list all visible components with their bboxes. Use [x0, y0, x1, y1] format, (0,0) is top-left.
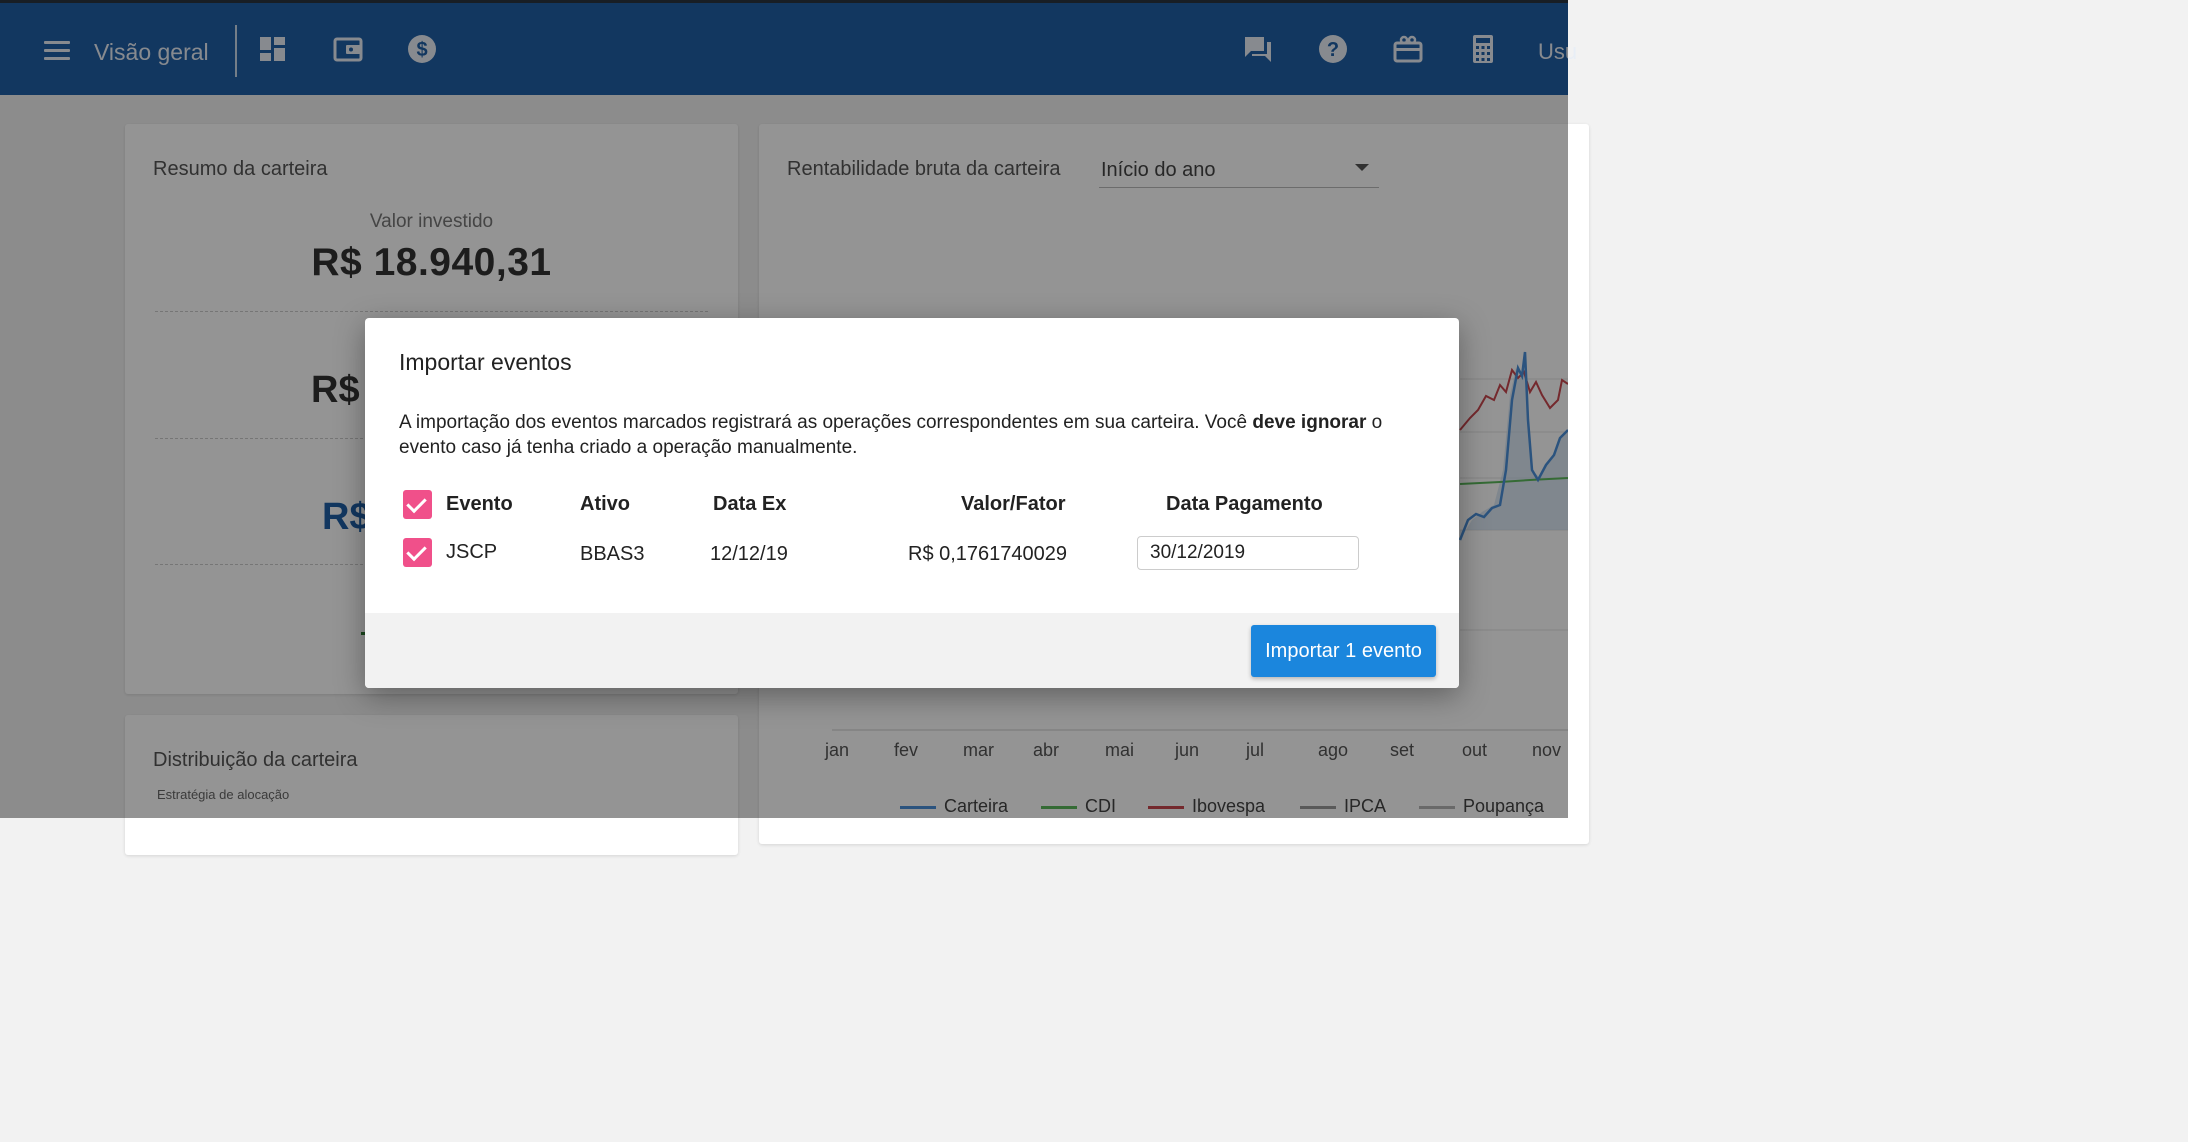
column-header-data-pagamento: Data Pagamento: [1166, 493, 1323, 515]
dialog-title: Importar eventos: [399, 349, 572, 375]
dialog-description: A importação dos eventos marcados regist…: [399, 412, 1383, 458]
column-header-evento: Evento: [446, 493, 513, 515]
cell-valor-fator: R$ 0,1761740029: [908, 543, 1068, 565]
column-header-ativo: Ativo: [580, 493, 630, 515]
row-checkbox[interactable]: [403, 538, 432, 567]
import-events-dialog: Importar eventos A importação dos evento…: [365, 318, 1459, 688]
column-header-data-ex: Data Ex: [713, 493, 787, 515]
cell-evento: JSCP: [446, 541, 498, 563]
column-header-valor-fator: Valor/Fator: [961, 493, 1066, 515]
import-events-button[interactable]: Importar 1 evento: [1251, 625, 1436, 677]
dialog-footer: Importar 1 evento: [365, 613, 1459, 688]
cell-data-ex: 12/12/19: [710, 543, 788, 565]
payment-date-input[interactable]: [1137, 536, 1359, 570]
select-all-checkbox[interactable]: [403, 490, 432, 519]
cell-ativo: BBAS3: [580, 543, 645, 565]
